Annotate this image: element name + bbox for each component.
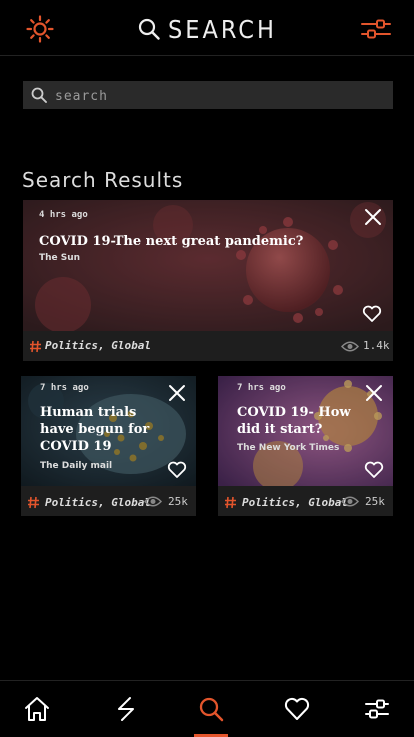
heart-icon (284, 697, 310, 720)
trending-icon (118, 697, 134, 721)
bottom-nav (0, 680, 414, 737)
card-views: 25k (365, 495, 385, 508)
page-title: SEARCH (138, 11, 277, 47)
result-card[interactable]: 7 hrs ago COVID 19- How did it start? Th… (218, 376, 393, 516)
result-card[interactable]: 4 hrs ago COVID 19-The next great pandem… (23, 200, 393, 361)
sun-icon[interactable] (26, 15, 54, 43)
card-time: 4 hrs ago (39, 210, 88, 220)
nav-search[interactable] (170, 681, 252, 737)
results-heading: Search Results (22, 168, 184, 192)
close-icon[interactable] (364, 208, 382, 226)
sliders-icon[interactable] (360, 15, 392, 43)
card-categories[interactable]: Politics, Global (45, 496, 151, 509)
search-icon (138, 18, 160, 40)
card-footer: Politics, Global 25k (21, 486, 196, 516)
card-categories[interactable]: Politics, Global (45, 339, 151, 352)
card-categories[interactable]: Politics, Global (242, 496, 348, 509)
close-icon[interactable] (168, 384, 186, 402)
card-source: The Daily mail (40, 461, 113, 471)
search-icon (31, 87, 47, 103)
nav-trending[interactable] (85, 681, 167, 737)
app-header: SEARCH (0, 0, 414, 56)
card-views: 1.4k (363, 339, 390, 352)
card-views: 25k (168, 495, 188, 508)
card-footer: Politics, Global 25k (218, 486, 393, 516)
eye-icon (341, 496, 359, 507)
hashtag-icon (28, 496, 39, 509)
card-source: The New York Times (237, 443, 340, 453)
page-title-text: SEARCH (168, 14, 277, 44)
card-time: 7 hrs ago (40, 383, 89, 393)
heart-icon[interactable] (364, 461, 384, 479)
hashtag-icon (225, 496, 236, 509)
search-icon (199, 697, 224, 722)
card-title[interactable]: COVID 19- How did it start? (237, 404, 362, 438)
card-title[interactable]: Human trials have begun for COVID 19 (40, 404, 170, 455)
card-time: 7 hrs ago (237, 383, 286, 393)
close-icon[interactable] (365, 384, 383, 402)
search-input[interactable] (53, 81, 387, 111)
nav-home[interactable] (0, 681, 78, 737)
eye-icon (341, 341, 359, 352)
heart-icon[interactable] (362, 305, 382, 323)
hashtag-icon (30, 340, 41, 353)
eye-icon (144, 496, 162, 507)
heart-icon[interactable] (167, 461, 187, 479)
card-title[interactable]: COVID 19-The next great pandemic? (39, 234, 339, 249)
nav-favorites[interactable] (256, 681, 338, 737)
card-source: The Sun (39, 253, 81, 263)
result-card[interactable]: 7 hrs ago Human trials have begun for CO… (21, 376, 196, 516)
filter-icon (365, 699, 389, 719)
search-bar (23, 81, 393, 111)
nav-filter[interactable] (336, 681, 414, 737)
home-icon (25, 697, 49, 721)
card-footer: Politics, Global 1.4k (23, 331, 393, 361)
